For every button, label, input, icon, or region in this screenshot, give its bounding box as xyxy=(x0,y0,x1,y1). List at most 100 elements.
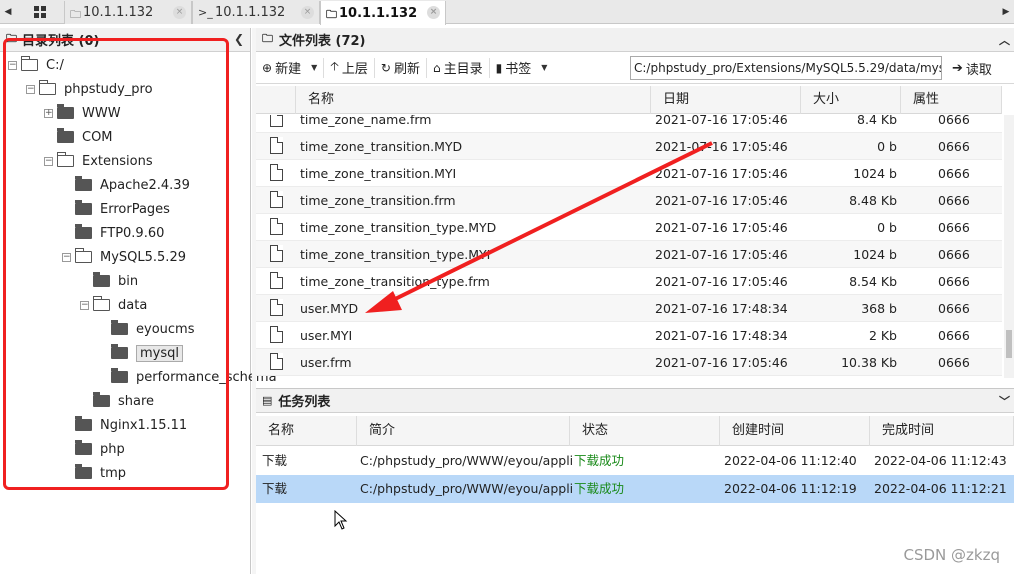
task-panel: ▤ 任务列表 ﹀ 名称 简介 状态 创建时间 完成时间 下载 C:/phpstud… xyxy=(256,388,1014,574)
file-row[interactable]: time_zone_name.frm 2021-07-16 17:05:46 8.4… xyxy=(256,115,1002,133)
bookmark-button[interactable]: ▮ 书签 ▼ xyxy=(490,56,554,80)
column-header-desc[interactable]: 简介 xyxy=(357,416,570,446)
column-header-name[interactable]: 名称 xyxy=(296,86,651,114)
tab-label: 10.1.1.132 xyxy=(83,5,154,20)
task-panel-header: ▤ 任务列表 ﹀ xyxy=(256,389,1014,413)
home-button[interactable]: ⌂ 主目录 xyxy=(427,56,489,80)
task-finished: 2022-04-06 11:12:21 xyxy=(874,481,1007,496)
scrollbar-thumb[interactable] xyxy=(1006,330,1012,358)
file-size: 10.38 Kb xyxy=(841,355,897,370)
read-button[interactable]: ➔ 读取 xyxy=(946,56,998,80)
file-row[interactable]: time_zone_transition_type.frm 2021-07-16 … xyxy=(256,268,1002,295)
arrow-right-icon: ➔ xyxy=(952,60,963,76)
file-row[interactable]: user.frm 2021-07-16 17:05:46 10.38 Kb 0666 xyxy=(256,349,1002,376)
refresh-icon: ↻ xyxy=(380,60,391,75)
close-icon[interactable]: × xyxy=(301,6,314,19)
collapse-left-icon[interactable]: ❮ xyxy=(234,32,244,46)
file-date: 2021-07-16 17:48:34 xyxy=(655,301,788,316)
new-button[interactable]: ⊕ 新建 ▼ xyxy=(256,56,323,80)
tab-scroll-right-icon[interactable]: ▶ xyxy=(998,0,1014,24)
bookmark-icon: ▮ xyxy=(495,60,503,75)
tab-label: 10.1.1.132 xyxy=(215,5,286,20)
file-name: user.frm xyxy=(300,355,352,370)
file-date: 2021-07-16 17:05:46 xyxy=(655,115,788,127)
file-icon xyxy=(270,218,283,235)
file-toolbar: ⊕ 新建 ▼ 🡡 上层 ↻ 刷新 ⌂ 主目录 ▮ 书签 ▼ ➔ 读取 xyxy=(256,52,1014,84)
bookmark-button-label: 书签 xyxy=(505,62,532,77)
column-header-task-name[interactable]: 名称 xyxy=(256,416,357,446)
chevron-down-icon: ▼ xyxy=(311,63,318,72)
chevron-up-icon[interactable]: ︿ xyxy=(999,32,1010,48)
close-icon[interactable]: × xyxy=(173,6,186,19)
file-icon xyxy=(270,326,283,343)
file-date: 2021-07-16 17:05:46 xyxy=(655,193,788,208)
file-size: 1024 b xyxy=(853,166,897,181)
task-desc: C:/phpstudy_pro/WWW/eyou/applica xyxy=(360,481,572,496)
file-row[interactable]: user.MYI 2021-07-16 17:48:34 2 Kb 0666 xyxy=(256,322,1002,349)
file-icon xyxy=(270,353,283,370)
up-button[interactable]: 🡡 上层 xyxy=(324,56,374,80)
task-desc: C:/phpstudy_pro/WWW/eyou/applica xyxy=(360,453,572,468)
terminal-icon: >_ xyxy=(198,6,213,19)
column-header-created[interactable]: 创建时间 xyxy=(720,416,870,446)
file-name: time_zone_transition_type.MYI xyxy=(300,247,491,262)
tab-scroll-left-icon[interactable]: ◀ xyxy=(0,0,16,24)
file-row[interactable]: time_zone_transition_type.MYD 2021-07-16 … xyxy=(256,214,1002,241)
file-attr: 0666 xyxy=(938,328,970,343)
column-header-date[interactable]: 日期 xyxy=(651,86,801,114)
file-icon xyxy=(270,137,283,154)
folder-icon: 🗀 xyxy=(326,8,337,21)
file-name: user.MYI xyxy=(300,328,353,343)
file-size: 8.48 Kb xyxy=(849,193,897,208)
file-name: time_zone_name.frm xyxy=(300,115,432,127)
file-attr: 0666 xyxy=(938,274,970,289)
arrow-up-icon: 🡡 xyxy=(330,59,339,73)
task-status: 下载成功 xyxy=(574,481,625,496)
file-attr: 0666 xyxy=(938,139,970,154)
task-row[interactable]: 下载 C:/phpstudy_pro/WWW/eyou/applica 下载成功 20… xyxy=(256,447,1014,475)
home-icon: ⌂ xyxy=(432,60,441,75)
task-grid-header: 名称 简介 状态 创建时间 完成时间 xyxy=(256,416,1014,446)
column-header-attr[interactable]: 属性 xyxy=(901,86,1002,114)
file-date: 2021-07-16 17:05:46 xyxy=(655,355,788,370)
file-date: 2021-07-16 17:05:46 xyxy=(655,166,788,181)
task-created: 2022-04-06 11:12:40 xyxy=(724,453,857,468)
task-name: 下载 xyxy=(262,481,288,496)
tab-file-manager-1[interactable]: 🗀 10.1.1.132 × xyxy=(64,1,192,24)
column-header-status[interactable]: 状态 xyxy=(570,416,720,446)
file-panel-header: 🗀 文件列表 (72) ︿ xyxy=(256,28,1014,52)
file-size: 0 b xyxy=(877,220,897,235)
file-name: user.MYD xyxy=(300,301,359,316)
file-size: 0 b xyxy=(877,139,897,154)
list-icon: ▤ xyxy=(262,394,273,407)
file-icon xyxy=(270,245,283,262)
column-header-size[interactable]: 大小 xyxy=(801,86,901,114)
file-grid-scrollbar[interactable] xyxy=(1004,115,1014,378)
task-name: 下载 xyxy=(262,453,288,468)
watermark: CSDN @zkzq xyxy=(903,546,1001,564)
chevron-down-icon[interactable]: ﹀ xyxy=(999,393,1010,409)
task-row[interactable]: 下载 C:/phpstudy_pro/WWW/eyou/applica 下载成功 20… xyxy=(256,475,1014,503)
file-grid: time_zone_name.frm 2021-07-16 17:05:46 8.4… xyxy=(256,115,1002,378)
file-icon xyxy=(270,191,283,208)
file-row[interactable]: time_zone_transition.MYI 2021-07-16 17:05… xyxy=(256,160,1002,187)
file-name: time_zone_transition_type.frm xyxy=(300,274,490,289)
task-finished: 2022-04-06 11:12:43 xyxy=(874,453,1007,468)
plus-circle-icon: ⊕ xyxy=(262,60,273,75)
file-icon xyxy=(270,272,283,289)
file-row[interactable]: time_zone_transition_type.MYI 2021-07-16 … xyxy=(256,241,1002,268)
column-header-finished[interactable]: 完成时间 xyxy=(870,416,1014,446)
path-input[interactable] xyxy=(630,56,942,80)
tab-terminal[interactable]: >_ 10.1.1.132 × xyxy=(192,1,320,24)
file-attr: 0666 xyxy=(938,193,970,208)
file-row[interactable]: time_zone_transition.frm 2021-07-16 17:05… xyxy=(256,187,1002,214)
tab-bar: ◀ 🗀 10.1.1.132 × >_ 10.1.1.132 × 🗀 10.1.… xyxy=(0,0,1014,25)
file-row[interactable]: time_zone_transition.MYD 2021-07-16 17:05… xyxy=(256,133,1002,160)
tab-file-manager-active[interactable]: 🗀 10.1.1.132 × xyxy=(320,1,446,25)
close-icon[interactable]: × xyxy=(427,6,440,19)
tab-grid-button[interactable] xyxy=(18,0,62,24)
refresh-button[interactable]: ↻ 刷新 xyxy=(375,56,426,80)
file-name: time_zone_transition.MYD xyxy=(300,139,463,154)
file-size: 8.4 Kb xyxy=(857,115,897,127)
file-row[interactable]: user.MYD 2021-07-16 17:48:34 368 b 0666 xyxy=(256,295,1002,322)
